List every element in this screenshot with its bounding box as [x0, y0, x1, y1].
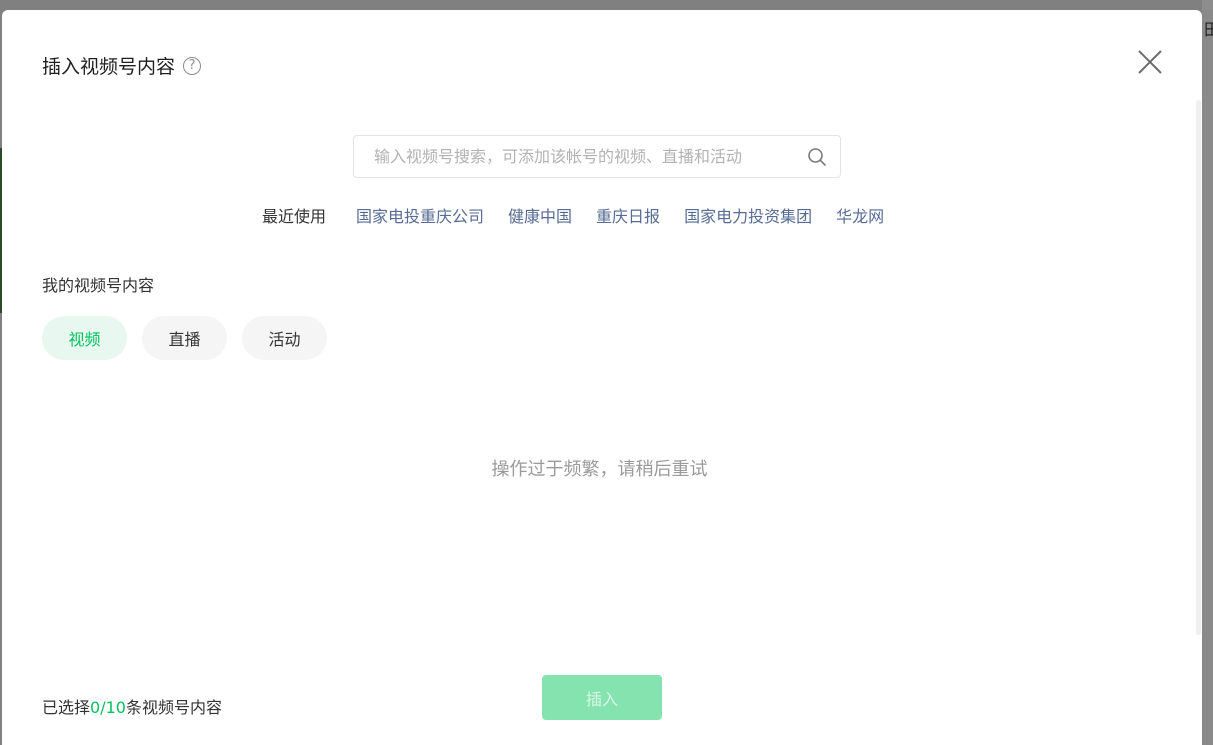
insert-channels-dialog: 插入视频号内容 ? 最近使用 国家电投重庆公司 健康中国 重庆日报 国家电力投资…	[2, 10, 1202, 745]
dialog-title: 插入视频号内容 ?	[42, 52, 202, 79]
recent-item[interactable]: 国家电投重庆公司	[356, 203, 484, 227]
recent-item[interactable]: 华龙网	[836, 203, 884, 227]
recent-item[interactable]: 国家电力投资集团	[684, 203, 812, 227]
recent-item[interactable]: 重庆日报	[596, 203, 660, 227]
tab-video[interactable]: 视频	[42, 316, 127, 360]
selected-count-number: 0/10	[90, 698, 126, 717]
search-icon[interactable]	[806, 146, 828, 168]
close-icon	[1138, 50, 1162, 74]
tab-live[interactable]: 直播	[142, 316, 227, 360]
question-circle-icon[interactable]: ?	[183, 56, 202, 75]
recent-item[interactable]: 健康中国	[508, 203, 572, 227]
my-content-title: 我的视频号内容	[42, 276, 155, 295]
insert-button[interactable]: 插入	[542, 675, 662, 720]
scrollbar[interactable]	[1196, 100, 1201, 635]
tab-event[interactable]: 活动	[242, 316, 327, 360]
dialog-title-text: 插入视频号内容	[42, 56, 176, 78]
empty-state-message: 操作过于频繁，请稍后重试	[491, 459, 708, 480]
selected-prefix: 已选择	[42, 698, 91, 717]
selected-count: 已选择0/10条视频号内容	[42, 694, 222, 718]
search-input[interactable]	[354, 136, 806, 177]
recent-label: 最近使用	[262, 207, 327, 226]
recent-accounts-row: 最近使用 国家电投重庆公司 健康中国 重庆日报 国家电力投资集团 华龙网	[262, 203, 908, 227]
backdrop-right-edge	[1202, 10, 1213, 745]
backdrop-edge-glyph: 田	[1204, 20, 1213, 39]
content-type-tabs: 视频 直播 活动	[42, 316, 342, 360]
close-button[interactable]	[1136, 48, 1164, 76]
search-box	[353, 135, 841, 178]
selected-suffix: 条视频号内容	[125, 698, 222, 717]
